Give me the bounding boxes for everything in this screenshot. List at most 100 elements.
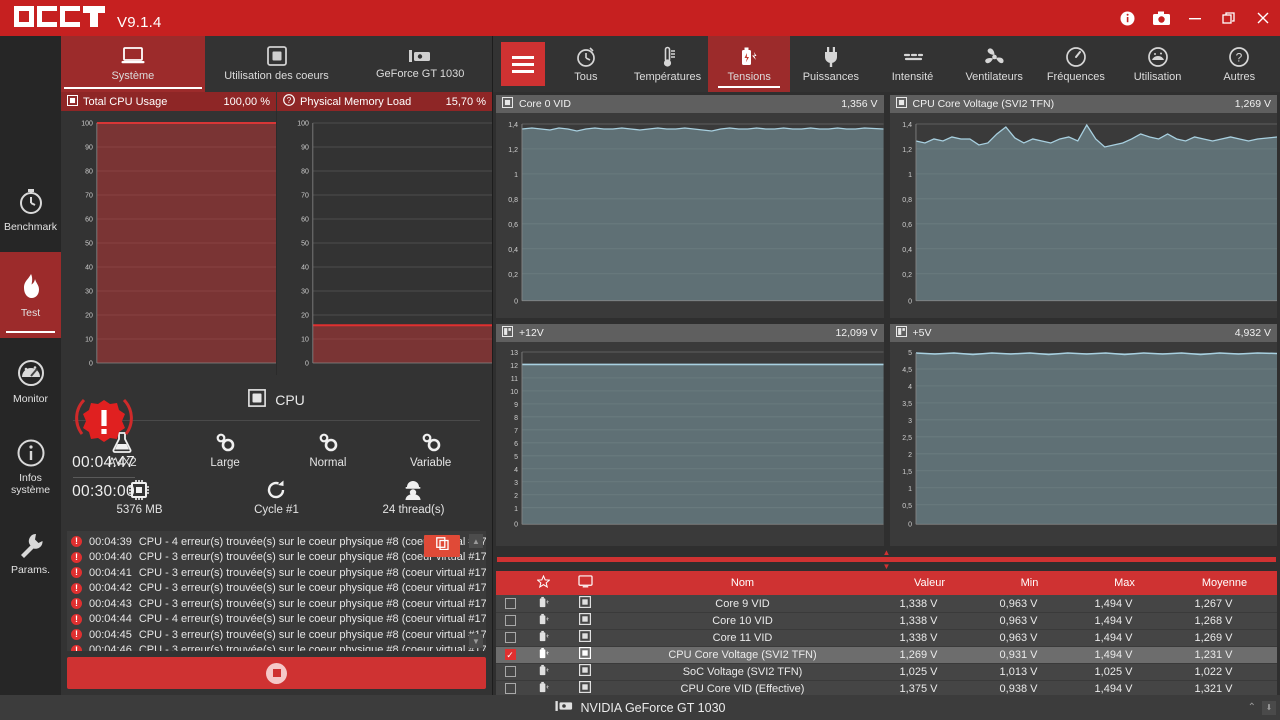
monitor-icon[interactable]: [562, 571, 608, 596]
row-avg: 1,268 V: [1172, 612, 1277, 630]
graph-title: +12V: [519, 326, 544, 339]
chip-icon: [895, 96, 907, 111]
question-circle-icon: ?: [283, 94, 295, 109]
table-row[interactable]: Core 11 VID 1,338 V 0,963 V 1,494 V 1,26…: [496, 629, 1277, 647]
screenshot-icon[interactable]: [1144, 0, 1178, 36]
config-cycle[interactable]: Cycle #1: [208, 479, 345, 516]
sidebar-item-label: Benchmark: [3, 221, 58, 233]
sidebar-item-infos-systeme[interactable]: Infos système: [0, 424, 61, 510]
tab-autres[interactable]: ? Autres: [1198, 36, 1280, 92]
monitor-gauge-icon: [1147, 46, 1169, 68]
table-row[interactable]: SoC Voltage (SVI2 TFN) 1,025 V 1,013 V 1…: [496, 663, 1277, 681]
tab-utilisation-des-coeurs[interactable]: Utilisation des coeurs: [205, 36, 349, 92]
error-icon: [71, 567, 82, 579]
table-row[interactable]: Core 9 VID 1,338 V 0,963 V 1,494 V 1,267…: [496, 595, 1277, 613]
copy-log-button[interactable]: [424, 535, 460, 557]
download-icon[interactable]: ⬇: [1262, 700, 1276, 715]
col-moyenne[interactable]: Moyenne: [1172, 571, 1277, 596]
table-row[interactable]: Core 10 VID 1,338 V 0,963 V 1,494 V 1,26…: [496, 612, 1277, 630]
tab-puissances[interactable]: Puissances: [790, 36, 872, 92]
row-checkbox[interactable]: [496, 612, 524, 630]
chart-physical-memory-load: 100 90 80 70 60 50 40 30 20 10 0: [277, 111, 492, 375]
tab-ventilateurs[interactable]: Ventilateurs: [953, 36, 1035, 92]
close-icon[interactable]: [1246, 0, 1280, 36]
config-load-type[interactable]: Variable: [379, 431, 482, 469]
col-valeur[interactable]: Valeur: [877, 571, 982, 596]
row-source-icon: [562, 646, 608, 664]
tab-intensite[interactable]: Intensité: [872, 36, 954, 92]
graph-5v[interactable]: +5V 4,932 V 5 4,5 4 3,5 3 2,5 2 1,5 1 0,5: [886, 320, 1280, 550]
sidebar-item-benchmark[interactable]: Benchmark: [0, 166, 61, 252]
row-source-icon: [562, 595, 608, 613]
splitter-down-arrow[interactable]: ▼: [883, 563, 891, 571]
tab-geforce-gt-1030[interactable]: GeForce GT 1030: [348, 36, 492, 92]
log-time: 00:04:40: [89, 551, 132, 564]
tab-temperatures[interactable]: Températures: [627, 36, 709, 92]
splitter-up-arrow[interactable]: ▲: [883, 549, 891, 557]
graph-cpu-core-voltage[interactable]: CPU Core Voltage (SVI2 TFN) 1,269 V 1,4 1…: [886, 92, 1280, 321]
config-label: Cycle #1: [254, 504, 299, 516]
svg-text:80: 80: [301, 168, 309, 175]
hamburger-menu-icon[interactable]: [501, 42, 545, 86]
metric-label: Physical Memory Load: [300, 95, 412, 108]
row-checkbox[interactable]: [496, 663, 524, 681]
test-timer: 00:04:47 00:30:00: [61, 392, 146, 501]
tab-frequences[interactable]: Fréquences: [1035, 36, 1117, 92]
row-checkbox[interactable]: [496, 629, 524, 647]
sensor-graphs: Core 0 VID 1,356 V 1,4 1,2 1 0,8 0,6 0,4 0,…: [493, 92, 1280, 550]
chevron-up-icon[interactable]: ⌃: [1248, 702, 1256, 713]
info-icon[interactable]: [1110, 0, 1144, 36]
tab-tensions[interactable]: Tensions: [708, 36, 791, 92]
config-test-mode[interactable]: Normal: [277, 431, 380, 469]
row-min: 0,963 V: [982, 629, 1077, 647]
error-icon: [71, 598, 82, 610]
col-max[interactable]: Max: [1077, 571, 1172, 596]
config-threads[interactable]: 24 thread(s): [345, 479, 482, 516]
config-label: Large: [210, 457, 240, 469]
tab-tous[interactable]: Tous: [545, 36, 627, 92]
svg-text:10: 10: [301, 336, 309, 343]
tab-utilisation[interactable]: Utilisation: [1117, 36, 1199, 92]
graph-plot-area: 1,4 1,2 1 0,8 0,6 0,4 0,2 0: [889, 113, 1277, 318]
table-row-selected[interactable]: CPU Core Voltage (SVI2 TFN) 1,269 V 0,93…: [496, 646, 1277, 664]
col-min[interactable]: Min: [982, 571, 1077, 596]
row-max: 1,494 V: [1077, 612, 1172, 630]
metric-physical-memory-load[interactable]: ? Physical Memory Load 15,70 %: [277, 92, 492, 111]
minimize-icon[interactable]: [1178, 0, 1212, 36]
log-entry: 00:04:46 CPU - 3 erreur(s) trouvée(s) su…: [71, 643, 486, 651]
log-time: 00:04:44: [89, 613, 132, 626]
metric-total-cpu-usage[interactable]: Total CPU Usage 100,00 %: [61, 92, 277, 111]
svg-text:6: 6: [514, 441, 518, 448]
table-body: Core 9 VID 1,338 V 0,963 V 1,494 V 1,267…: [496, 595, 1277, 698]
clock-icon: [575, 46, 597, 68]
log-scrollbar[interactable]: ▲ ▼: [469, 534, 483, 648]
sidebar-item-test[interactable]: Test: [0, 252, 61, 338]
log-scroll-up-button[interactable]: ▲: [469, 534, 483, 548]
sidebar-item-params[interactable]: Params.: [0, 510, 61, 596]
graph-12v[interactable]: +12V 12,099 V 13 12 11 10 98 76 54 3 2 1…: [493, 320, 887, 550]
config-dataset-size[interactable]: Large: [174, 431, 277, 469]
panel-splitter[interactable]: ▲ ▼: [493, 549, 1280, 571]
tab-systeme[interactable]: Système: [61, 36, 205, 92]
graph-core-0-vid[interactable]: Core 0 VID 1,356 V 1,4 1,2 1 0,8 0,6 0,4 0,…: [493, 92, 887, 321]
row-checkbox[interactable]: [496, 646, 524, 664]
restore-icon[interactable]: [1212, 0, 1246, 36]
col-nom[interactable]: Nom: [608, 571, 877, 596]
row-min: 0,931 V: [982, 646, 1077, 664]
log-scroll-down-button[interactable]: ▼: [469, 634, 483, 648]
psu-icon: [501, 325, 514, 340]
rail-5v-plot: 5 4,5 4 3,5 3 2,5 2 1,5 1 0,5 0: [902, 350, 1277, 528]
star-icon[interactable]: [524, 571, 562, 596]
svg-text:90: 90: [85, 144, 93, 151]
row-checkbox[interactable]: [496, 595, 524, 613]
tab-label: Ventilateurs: [965, 70, 1023, 83]
window-controls: [1110, 0, 1280, 36]
sidebar-item-monitor[interactable]: Monitor: [0, 338, 61, 424]
speedometer-icon: [1065, 46, 1087, 68]
tab-label: Utilisation des coeurs: [224, 70, 329, 82]
row-avg: 1,269 V: [1172, 629, 1277, 647]
stop-test-button[interactable]: [67, 657, 486, 689]
cpu-core-voltage-plot: 1,4 1,2 1 0,8 0,6 0,4 0,2 0: [902, 122, 1277, 306]
graph-header: +5V 4,932 V: [889, 323, 1277, 342]
graph-plot-area: 5 4,5 4 3,5 3 2,5 2 1,5 1 0,5 0: [889, 341, 1277, 547]
